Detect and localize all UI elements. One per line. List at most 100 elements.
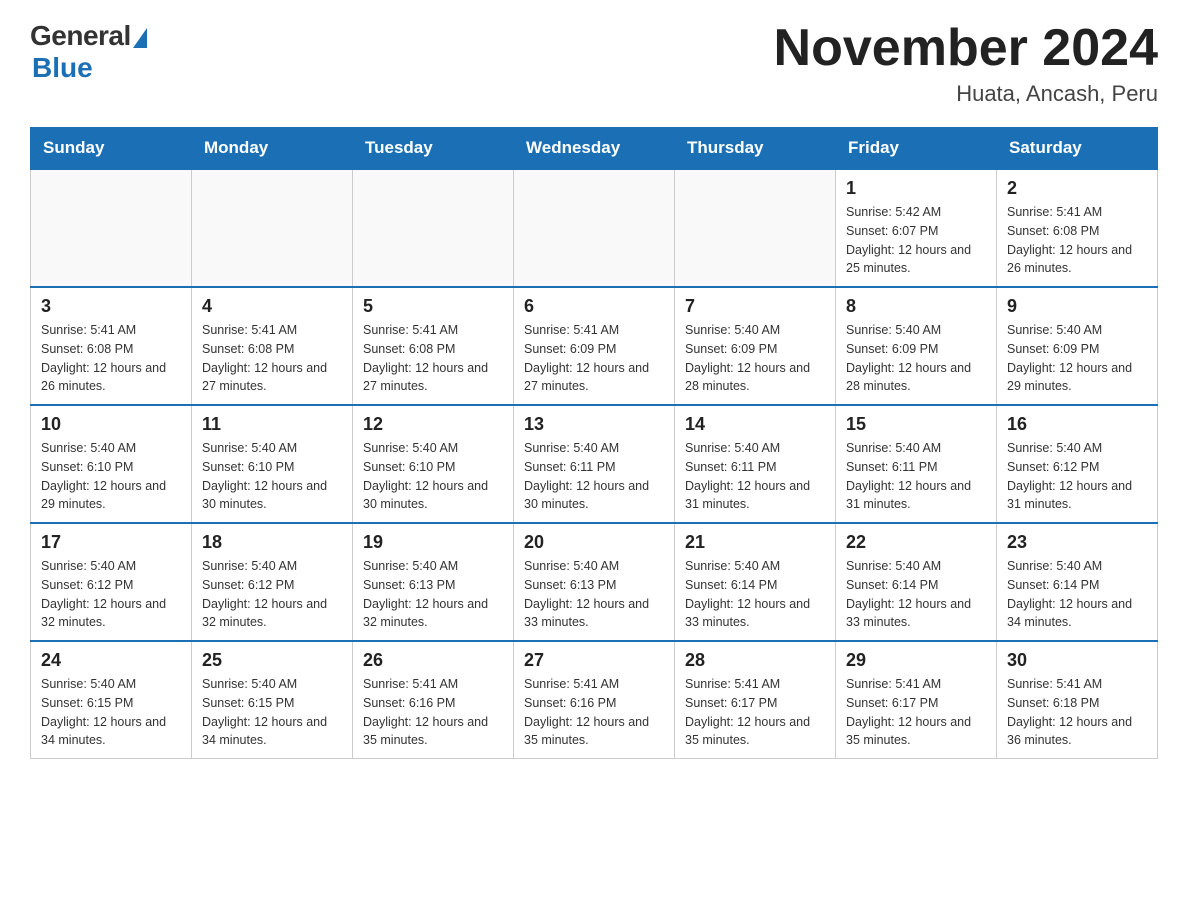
calendar-cell: 19Sunrise: 5:40 AM Sunset: 6:13 PM Dayli… (353, 523, 514, 641)
calendar-cell: 4 Sunrise: 5:41 AM Sunset: 6:08 PM Daylig… (192, 287, 353, 405)
day-info: Sunrise: 5:41 AM Sunset: 6:17 PM Dayligh… (846, 675, 986, 750)
day-number: 2 (1007, 178, 1147, 199)
day-info: Sunrise: 5:42 AM Sunset: 6:07 PM Dayligh… (846, 203, 986, 278)
calendar-cell: 29 Sunrise: 5:41 AM Sunset: 6:17 PM Dayli… (836, 641, 997, 759)
day-info: Sunrise: 5:40 AM Sunset: 6:10 PM Dayligh… (41, 439, 181, 514)
day-number: 23 (1007, 532, 1147, 553)
calendar-cell: 8 Sunrise: 5:40 AM Sunset: 6:09 PM Daylig… (836, 287, 997, 405)
calendar-cell (353, 169, 514, 287)
day-info: Sunrise: 5:41 AM Sunset: 6:16 PM Dayligh… (363, 675, 503, 750)
day-info: Sunrise: 5:40 AM Sunset: 6:14 PM Dayligh… (685, 557, 825, 632)
day-info: Sunrise: 5:40 AM Sunset: 6:12 PM Dayligh… (1007, 439, 1147, 514)
day-info: Sunrise: 5:40 AM Sunset: 6:12 PM Dayligh… (41, 557, 181, 632)
day-info: Sunrise: 5:41 AM Sunset: 6:18 PM Dayligh… (1007, 675, 1147, 750)
calendar-cell: 2 Sunrise: 5:41 AM Sunset: 6:08 PM Daylig… (997, 169, 1158, 287)
day-number: 11 (202, 414, 342, 435)
calendar-cell: 5Sunrise: 5:41 AM Sunset: 6:08 PM Daylig… (353, 287, 514, 405)
calendar-cell: 1 Sunrise: 5:42 AM Sunset: 6:07 PM Daylig… (836, 169, 997, 287)
day-of-week-header: Thursday (675, 128, 836, 170)
calendar-cell: 18Sunrise: 5:40 AM Sunset: 6:12 PM Dayli… (192, 523, 353, 641)
day-info: Sunrise: 5:41 AM Sunset: 6:08 PM Dayligh… (41, 321, 181, 396)
calendar-cell: 13Sunrise: 5:40 AM Sunset: 6:11 PM Dayli… (514, 405, 675, 523)
calendar-cell: 22 Sunrise: 5:40 AM Sunset: 6:14 PM Dayli… (836, 523, 997, 641)
calendar-cell: 14 Sunrise: 5:40 AM Sunset: 6:11 PM Dayli… (675, 405, 836, 523)
calendar-cell: 12 Sunrise: 5:40 AM Sunset: 6:10 PM Dayli… (353, 405, 514, 523)
day-info: Sunrise: 5:40 AM Sunset: 6:10 PM Dayligh… (202, 439, 342, 514)
day-of-week-header: Monday (192, 128, 353, 170)
day-number: 22 (846, 532, 986, 553)
day-info: Sunrise: 5:40 AM Sunset: 6:10 PM Dayligh… (363, 439, 503, 514)
day-number: 13 (524, 414, 664, 435)
calendar-cell: 15 Sunrise: 5:40 AM Sunset: 6:11 PM Dayli… (836, 405, 997, 523)
calendar-cell: 27Sunrise: 5:41 AM Sunset: 6:16 PM Dayli… (514, 641, 675, 759)
day-number: 27 (524, 650, 664, 671)
day-info: Sunrise: 5:40 AM Sunset: 6:15 PM Dayligh… (202, 675, 342, 750)
calendar-cell (31, 169, 192, 287)
day-info: Sunrise: 5:40 AM Sunset: 6:14 PM Dayligh… (1007, 557, 1147, 632)
day-number: 8 (846, 296, 986, 317)
calendar-week-row: 17Sunrise: 5:40 AM Sunset: 6:12 PM Dayli… (31, 523, 1158, 641)
day-info: Sunrise: 5:40 AM Sunset: 6:14 PM Dayligh… (846, 557, 986, 632)
day-of-week-header: Saturday (997, 128, 1158, 170)
calendar-cell: 21 Sunrise: 5:40 AM Sunset: 6:14 PM Dayli… (675, 523, 836, 641)
calendar-cell: 9 Sunrise: 5:40 AM Sunset: 6:09 PM Daylig… (997, 287, 1158, 405)
logo-general-text: General (30, 20, 131, 52)
calendar-cell (514, 169, 675, 287)
day-number: 9 (1007, 296, 1147, 317)
day-of-week-header: Tuesday (353, 128, 514, 170)
day-number: 19 (363, 532, 503, 553)
day-info: Sunrise: 5:40 AM Sunset: 6:15 PM Dayligh… (41, 675, 181, 750)
calendar-cell: 30 Sunrise: 5:41 AM Sunset: 6:18 PM Dayli… (997, 641, 1158, 759)
calendar-cell: 6 Sunrise: 5:41 AM Sunset: 6:09 PM Daylig… (514, 287, 675, 405)
day-number: 14 (685, 414, 825, 435)
calendar-cell: 23 Sunrise: 5:40 AM Sunset: 6:14 PM Dayli… (997, 523, 1158, 641)
calendar-cell: 16 Sunrise: 5:40 AM Sunset: 6:12 PM Dayli… (997, 405, 1158, 523)
day-number: 1 (846, 178, 986, 199)
day-number: 16 (1007, 414, 1147, 435)
day-number: 26 (363, 650, 503, 671)
logo-triangle-icon (133, 28, 147, 48)
calendar-table: SundayMondayTuesdayWednesdayThursdayFrid… (30, 127, 1158, 759)
calendar-week-row: 3 Sunrise: 5:41 AM Sunset: 6:08 PM Daylig… (31, 287, 1158, 405)
day-number: 3 (41, 296, 181, 317)
day-info: Sunrise: 5:41 AM Sunset: 6:09 PM Dayligh… (524, 321, 664, 396)
day-number: 21 (685, 532, 825, 553)
day-info: Sunrise: 5:41 AM Sunset: 6:08 PM Dayligh… (202, 321, 342, 396)
day-number: 18 (202, 532, 342, 553)
day-number: 10 (41, 414, 181, 435)
day-number: 30 (1007, 650, 1147, 671)
day-number: 29 (846, 650, 986, 671)
calendar-cell: 20Sunrise: 5:40 AM Sunset: 6:13 PM Dayli… (514, 523, 675, 641)
day-info: Sunrise: 5:40 AM Sunset: 6:11 PM Dayligh… (846, 439, 986, 514)
day-number: 24 (41, 650, 181, 671)
day-of-week-header: Friday (836, 128, 997, 170)
page-header: General Blue November 2024 Huata, Ancash… (30, 20, 1158, 107)
calendar-cell: 7 Sunrise: 5:40 AM Sunset: 6:09 PM Daylig… (675, 287, 836, 405)
day-info: Sunrise: 5:40 AM Sunset: 6:09 PM Dayligh… (1007, 321, 1147, 396)
day-info: Sunrise: 5:40 AM Sunset: 6:09 PM Dayligh… (685, 321, 825, 396)
calendar-week-row: 24 Sunrise: 5:40 AM Sunset: 6:15 PM Dayli… (31, 641, 1158, 759)
calendar-cell: 25 Sunrise: 5:40 AM Sunset: 6:15 PM Dayli… (192, 641, 353, 759)
day-info: Sunrise: 5:41 AM Sunset: 6:08 PM Dayligh… (363, 321, 503, 396)
day-number: 4 (202, 296, 342, 317)
calendar-cell: 26 Sunrise: 5:41 AM Sunset: 6:16 PM Dayli… (353, 641, 514, 759)
day-info: Sunrise: 5:40 AM Sunset: 6:09 PM Dayligh… (846, 321, 986, 396)
day-number: 7 (685, 296, 825, 317)
day-of-week-header: Sunday (31, 128, 192, 170)
day-info: Sunrise: 5:40 AM Sunset: 6:11 PM Dayligh… (685, 439, 825, 514)
calendar-header-row: SundayMondayTuesdayWednesdayThursdayFrid… (31, 128, 1158, 170)
calendar-cell: 17Sunrise: 5:40 AM Sunset: 6:12 PM Dayli… (31, 523, 192, 641)
logo: General Blue (30, 20, 147, 84)
day-number: 6 (524, 296, 664, 317)
day-number: 15 (846, 414, 986, 435)
title-section: November 2024 Huata, Ancash, Peru (774, 20, 1158, 107)
calendar-week-row: 10 Sunrise: 5:40 AM Sunset: 6:10 PM Dayli… (31, 405, 1158, 523)
day-number: 20 (524, 532, 664, 553)
day-number: 25 (202, 650, 342, 671)
day-number: 12 (363, 414, 503, 435)
calendar-cell: 28Sunrise: 5:41 AM Sunset: 6:17 PM Dayli… (675, 641, 836, 759)
location-title: Huata, Ancash, Peru (774, 81, 1158, 107)
day-info: Sunrise: 5:41 AM Sunset: 6:08 PM Dayligh… (1007, 203, 1147, 278)
calendar-cell: 24 Sunrise: 5:40 AM Sunset: 6:15 PM Dayli… (31, 641, 192, 759)
calendar-cell: 10 Sunrise: 5:40 AM Sunset: 6:10 PM Dayli… (31, 405, 192, 523)
